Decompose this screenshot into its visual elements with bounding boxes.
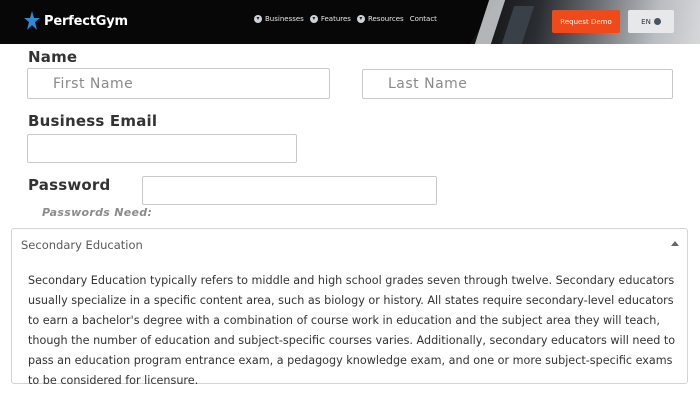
brand-name: PerfectGym (44, 13, 128, 29)
accordion-header[interactable]: Secondary Education (12, 229, 687, 262)
password-input[interactable] (142, 176, 437, 205)
name-label: Name (28, 48, 78, 66)
password-requirements-hint: Passwords Need: (42, 206, 153, 219)
nav-item-label: Contact (409, 15, 437, 23)
chevron-icon: ▾ (309, 15, 318, 23)
nav-item-features[interactable]: ▾ Features (309, 15, 351, 23)
nav-item-contact[interactable]: Contact (410, 15, 437, 23)
business-email-input[interactable] (27, 134, 297, 163)
globe-icon (653, 18, 661, 25)
brand-logo[interactable]: PerfectGym (24, 10, 128, 32)
nav-item-resources[interactable]: ▾ Resources (356, 15, 404, 23)
accordion-body-text: Secondary Education typically refers to … (28, 274, 676, 387)
accordion-title: Secondary Education (21, 238, 143, 252)
chevron-icon: ▾ (356, 15, 365, 23)
request-demo-button[interactable]: Request Demo (552, 10, 620, 33)
top-navigation-bar: PerfectGym ▾ Businesses ▾ Features ▾ Res… (0, 0, 700, 44)
star-logo-icon (24, 11, 40, 30)
caret-up-icon[interactable] (671, 241, 679, 246)
nav-item-label: Features (320, 15, 351, 23)
last-name-input[interactable] (362, 69, 673, 99)
business-email-label: Business Email (28, 112, 158, 130)
first-name-input[interactable] (27, 68, 330, 99)
password-label: Password (28, 176, 111, 194)
nav-item-businesses[interactable]: ▾ Businesses (254, 15, 304, 23)
chevron-icon: ▾ (254, 15, 262, 23)
nav-item-label: Businesses (265, 15, 304, 23)
main-nav: ▾ Businesses ▾ Features ▾ Resources Cont… (254, 15, 437, 23)
nav-item-label: Resources (367, 15, 404, 23)
language-label: EN (641, 17, 651, 26)
language-selector[interactable]: EN (628, 10, 674, 33)
secondary-education-accordion: Secondary Education Secondary Education … (11, 228, 688, 387)
